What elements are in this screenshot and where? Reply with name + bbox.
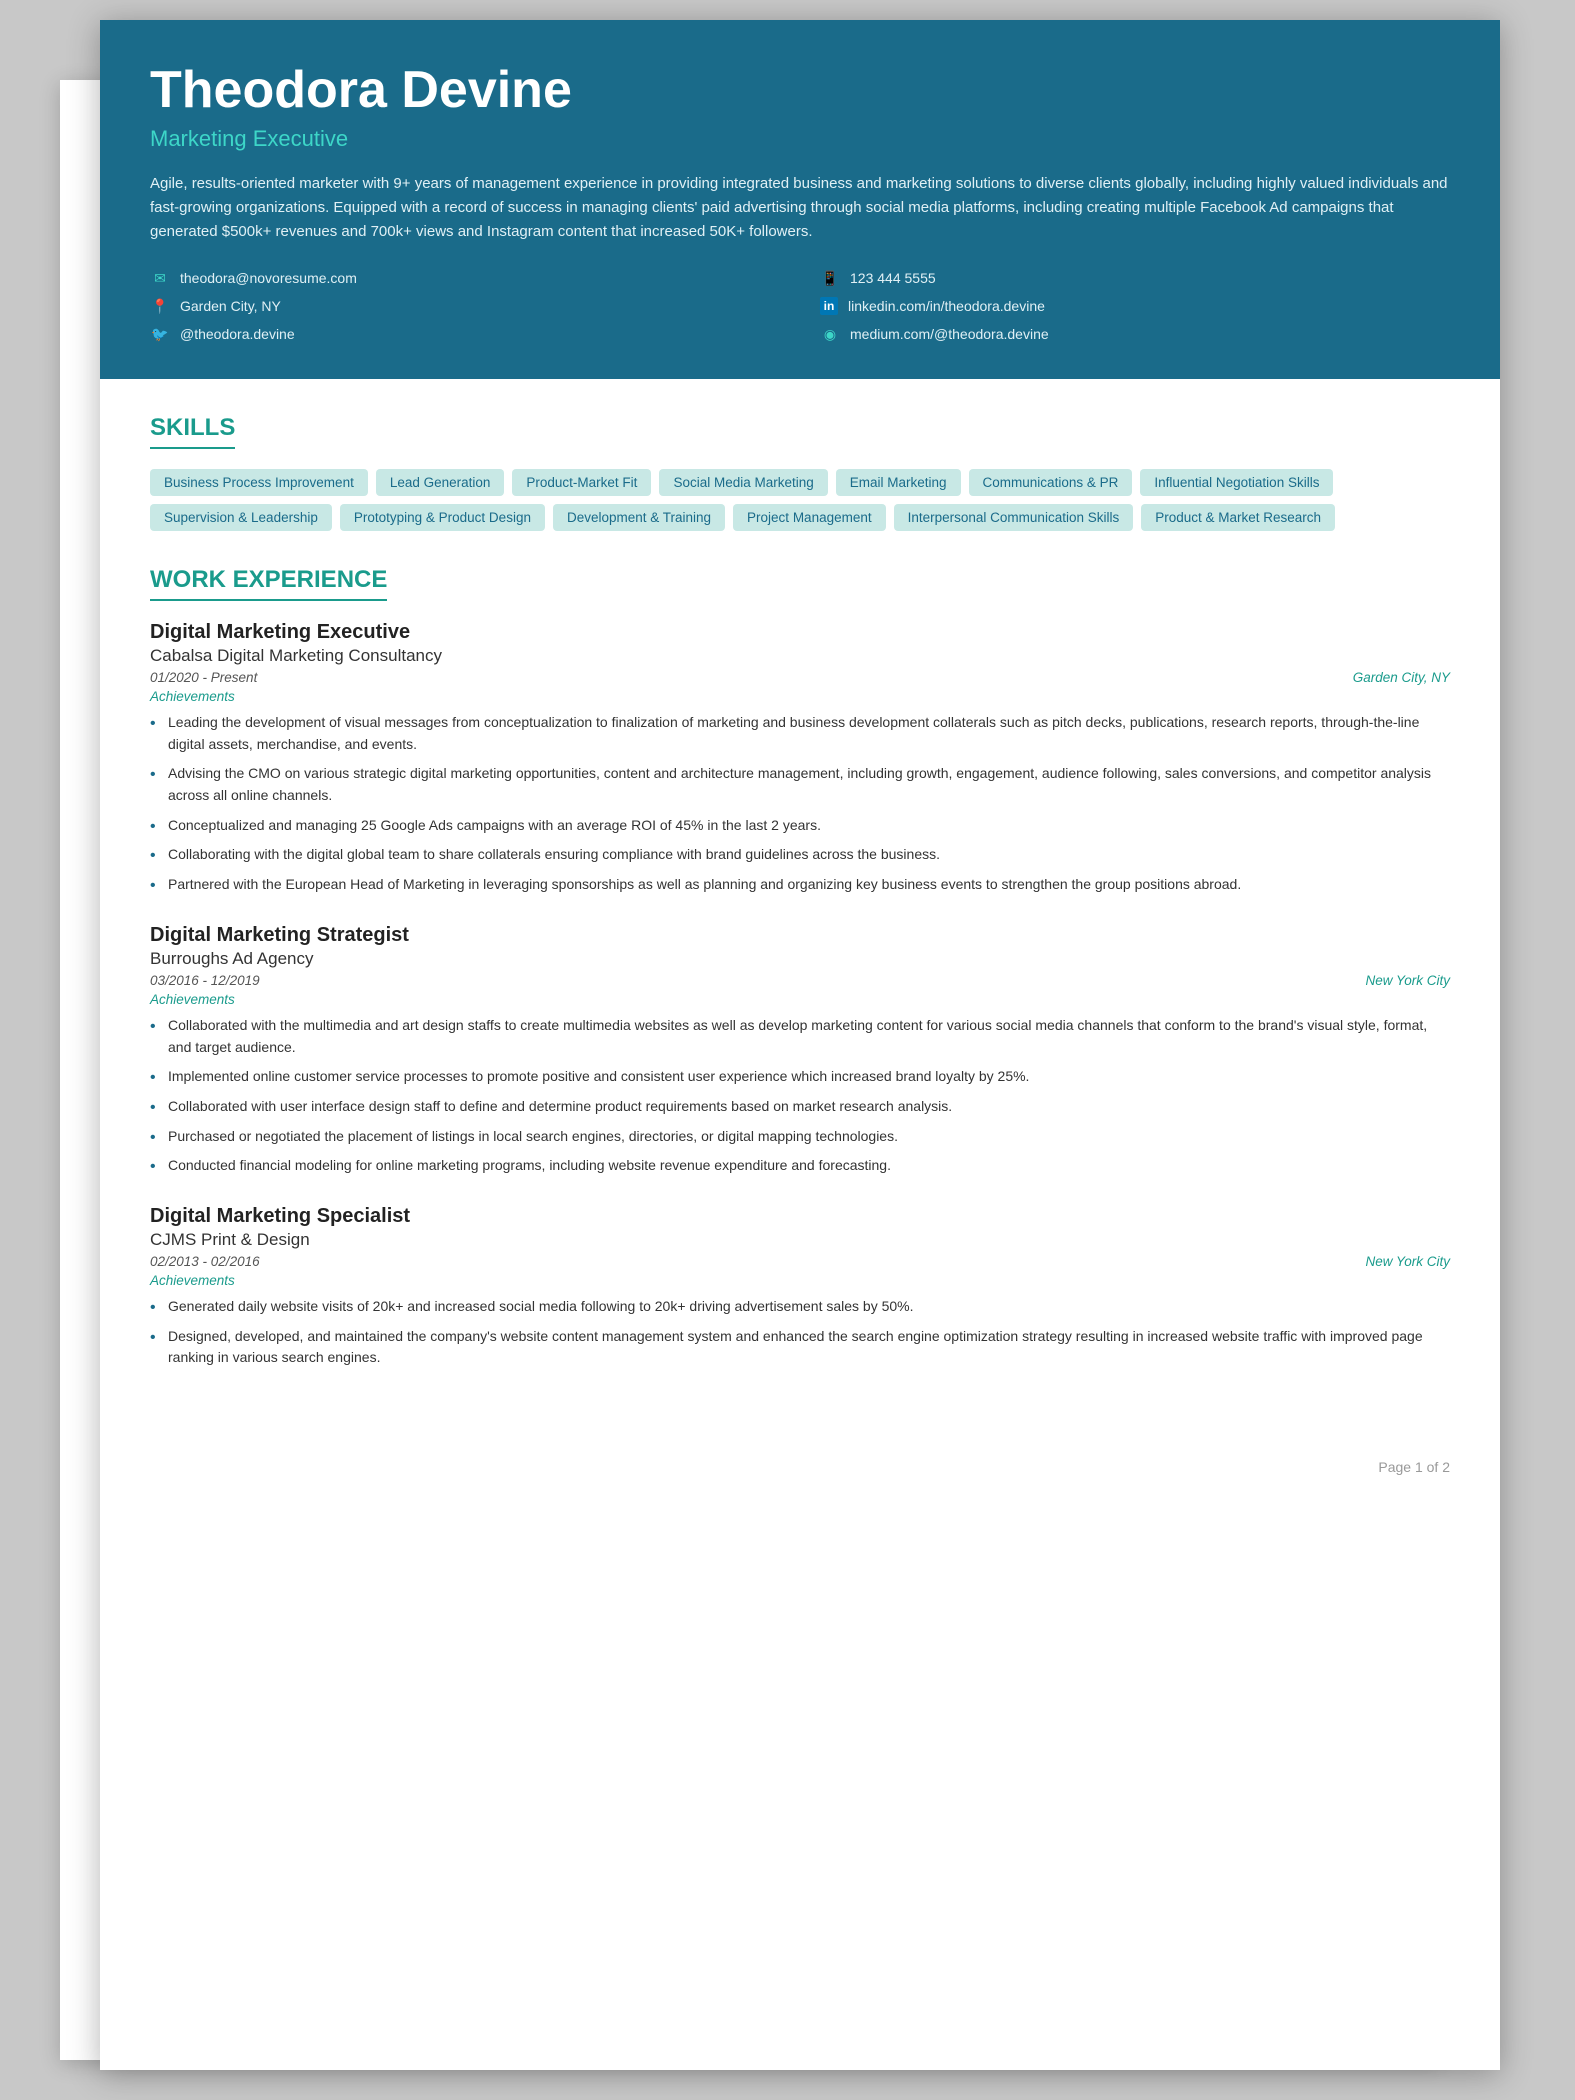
skills-section: SKILLS Business Process Improvement Lead… bbox=[150, 414, 1450, 531]
candidate-name: Theodora Devine bbox=[150, 60, 1450, 120]
job-2-bullet-1: Collaborated with the multimedia and art… bbox=[150, 1015, 1450, 1058]
job-1: Digital Marketing Executive Cabalsa Digi… bbox=[150, 621, 1450, 896]
twitter-value: @theodora.devine bbox=[180, 326, 295, 342]
medium-icon: ◉ bbox=[820, 324, 840, 344]
skill-tag: Email Marketing bbox=[836, 469, 961, 496]
skill-tag: Prototyping & Product Design bbox=[340, 504, 545, 531]
job-2-bullet-4: Purchased or negotiated the placement of… bbox=[150, 1126, 1450, 1148]
phone-icon: 📱 bbox=[820, 268, 840, 288]
job-3-achievements-label: Achievements bbox=[150, 1273, 1450, 1288]
job-3-bullets: Generated daily website visits of 20k+ a… bbox=[150, 1296, 1450, 1369]
skill-tag: Product-Market Fit bbox=[512, 469, 651, 496]
skill-tag: Influential Negotiation Skills bbox=[1140, 469, 1333, 496]
contact-twitter: 🐦 @theodora.devine bbox=[150, 324, 780, 344]
work-experience-title: WORK EXPERIENCE bbox=[150, 566, 387, 601]
linkedin-icon: in bbox=[820, 297, 838, 315]
candidate-summary: Agile, results-oriented marketer with 9+… bbox=[150, 172, 1450, 244]
skills-container: Business Process Improvement Lead Genera… bbox=[150, 469, 1450, 531]
resume-header: Theodora Devine Marketing Executive Agil… bbox=[100, 20, 1500, 379]
job-2-location: New York City bbox=[1365, 973, 1450, 988]
job-3-bullet-1: Generated daily website visits of 20k+ a… bbox=[150, 1296, 1450, 1318]
job-1-company: Cabalsa Digital Marketing Consultancy bbox=[150, 646, 1450, 666]
job-1-title: Digital Marketing Executive bbox=[150, 621, 1450, 644]
job-2-date: 03/2016 - 12/2019 bbox=[150, 973, 260, 988]
skills-title: SKILLS bbox=[150, 414, 235, 449]
skill-tag: Supervision & Leadership bbox=[150, 504, 332, 531]
linkedin-value: linkedin.com/in/theodora.devine bbox=[848, 298, 1045, 314]
job-2-title: Digital Marketing Strategist bbox=[150, 924, 1450, 947]
email-icon: ✉ bbox=[150, 268, 170, 288]
skill-tag: Interpersonal Communication Skills bbox=[894, 504, 1134, 531]
job-1-location: Garden City, NY bbox=[1353, 670, 1450, 685]
job-2-company: Burroughs Ad Agency bbox=[150, 949, 1450, 969]
job-2-bullet-3: Collaborated with user interface design … bbox=[150, 1096, 1450, 1118]
skill-tag: Lead Generation bbox=[376, 469, 505, 496]
job-3: Digital Marketing Specialist CJMS Print … bbox=[150, 1205, 1450, 1369]
job-2-date-location: 03/2016 - 12/2019 New York City bbox=[150, 973, 1450, 988]
job-1-date: 01/2020 - Present bbox=[150, 670, 257, 685]
email-value: theodora@novoresume.com bbox=[180, 270, 357, 286]
job-1-bullet-5: Partnered with the European Head of Mark… bbox=[150, 874, 1450, 896]
contact-email: ✉ theodora@novoresume.com bbox=[150, 268, 780, 288]
job-2-bullet-5: Conducted financial modeling for online … bbox=[150, 1155, 1450, 1177]
skill-tag: Development & Training bbox=[553, 504, 725, 531]
candidate-title: Marketing Executive bbox=[150, 126, 1450, 152]
job-3-title: Digital Marketing Specialist bbox=[150, 1205, 1450, 1228]
skill-tag: Communications & PR bbox=[969, 469, 1133, 496]
contact-medium: ◉ medium.com/@theodora.devine bbox=[820, 324, 1450, 344]
main-content: SKILLS Business Process Improvement Lead… bbox=[100, 379, 1500, 1439]
job-1-bullets: Leading the development of visual messag… bbox=[150, 712, 1450, 896]
job-3-company: CJMS Print & Design bbox=[150, 1230, 1450, 1250]
job-2: Digital Marketing Strategist Burroughs A… bbox=[150, 924, 1450, 1177]
job-1-bullet-4: Collaborating with the digital global te… bbox=[150, 844, 1450, 866]
contact-phone: 📱 123 444 5555 bbox=[820, 268, 1450, 288]
job-3-date: 02/2013 - 02/2016 bbox=[150, 1254, 260, 1269]
twitter-icon: 🐦 bbox=[150, 324, 170, 344]
job-1-bullet-2: Advising the CMO on various strategic di… bbox=[150, 763, 1450, 806]
skill-tag: Business Process Improvement bbox=[150, 469, 368, 496]
work-experience-section: WORK EXPERIENCE Digital Marketing Execut… bbox=[150, 566, 1450, 1369]
page-1-main: Theodora Devine Marketing Executive Agil… bbox=[100, 20, 1500, 2070]
skill-tag: Social Media Marketing bbox=[659, 469, 827, 496]
job-2-achievements-label: Achievements bbox=[150, 992, 1450, 1007]
page-1-number: Page 1 of 2 bbox=[100, 1439, 1500, 1490]
job-1-date-location: 01/2020 - Present Garden City, NY bbox=[150, 670, 1450, 685]
job-2-bullets: Collaborated with the multimedia and art… bbox=[150, 1015, 1450, 1177]
location-value: Garden City, NY bbox=[180, 298, 281, 314]
location-icon: 📍 bbox=[150, 296, 170, 316]
contact-location: 📍 Garden City, NY bbox=[150, 296, 780, 316]
job-1-bullet-3: Conceptualized and managing 25 Google Ad… bbox=[150, 815, 1450, 837]
job-3-bullet-2: Designed, developed, and maintained the … bbox=[150, 1326, 1450, 1369]
job-2-bullet-2: Implemented online customer service proc… bbox=[150, 1066, 1450, 1088]
phone-value: 123 444 5555 bbox=[850, 270, 936, 286]
skill-tag: Project Management bbox=[733, 504, 886, 531]
job-3-date-location: 02/2013 - 02/2016 New York City bbox=[150, 1254, 1450, 1269]
job-1-bullet-1: Leading the development of visual messag… bbox=[150, 712, 1450, 755]
skill-tag: Product & Market Research bbox=[1141, 504, 1335, 531]
job-1-achievements-label: Achievements bbox=[150, 689, 1450, 704]
medium-value: medium.com/@theodora.devine bbox=[850, 326, 1049, 342]
contact-linkedin: in linkedin.com/in/theodora.devine bbox=[820, 296, 1450, 316]
job-3-location: New York City bbox=[1365, 1254, 1450, 1269]
contact-grid: ✉ theodora@novoresume.com 📱 123 444 5555… bbox=[150, 268, 1450, 344]
